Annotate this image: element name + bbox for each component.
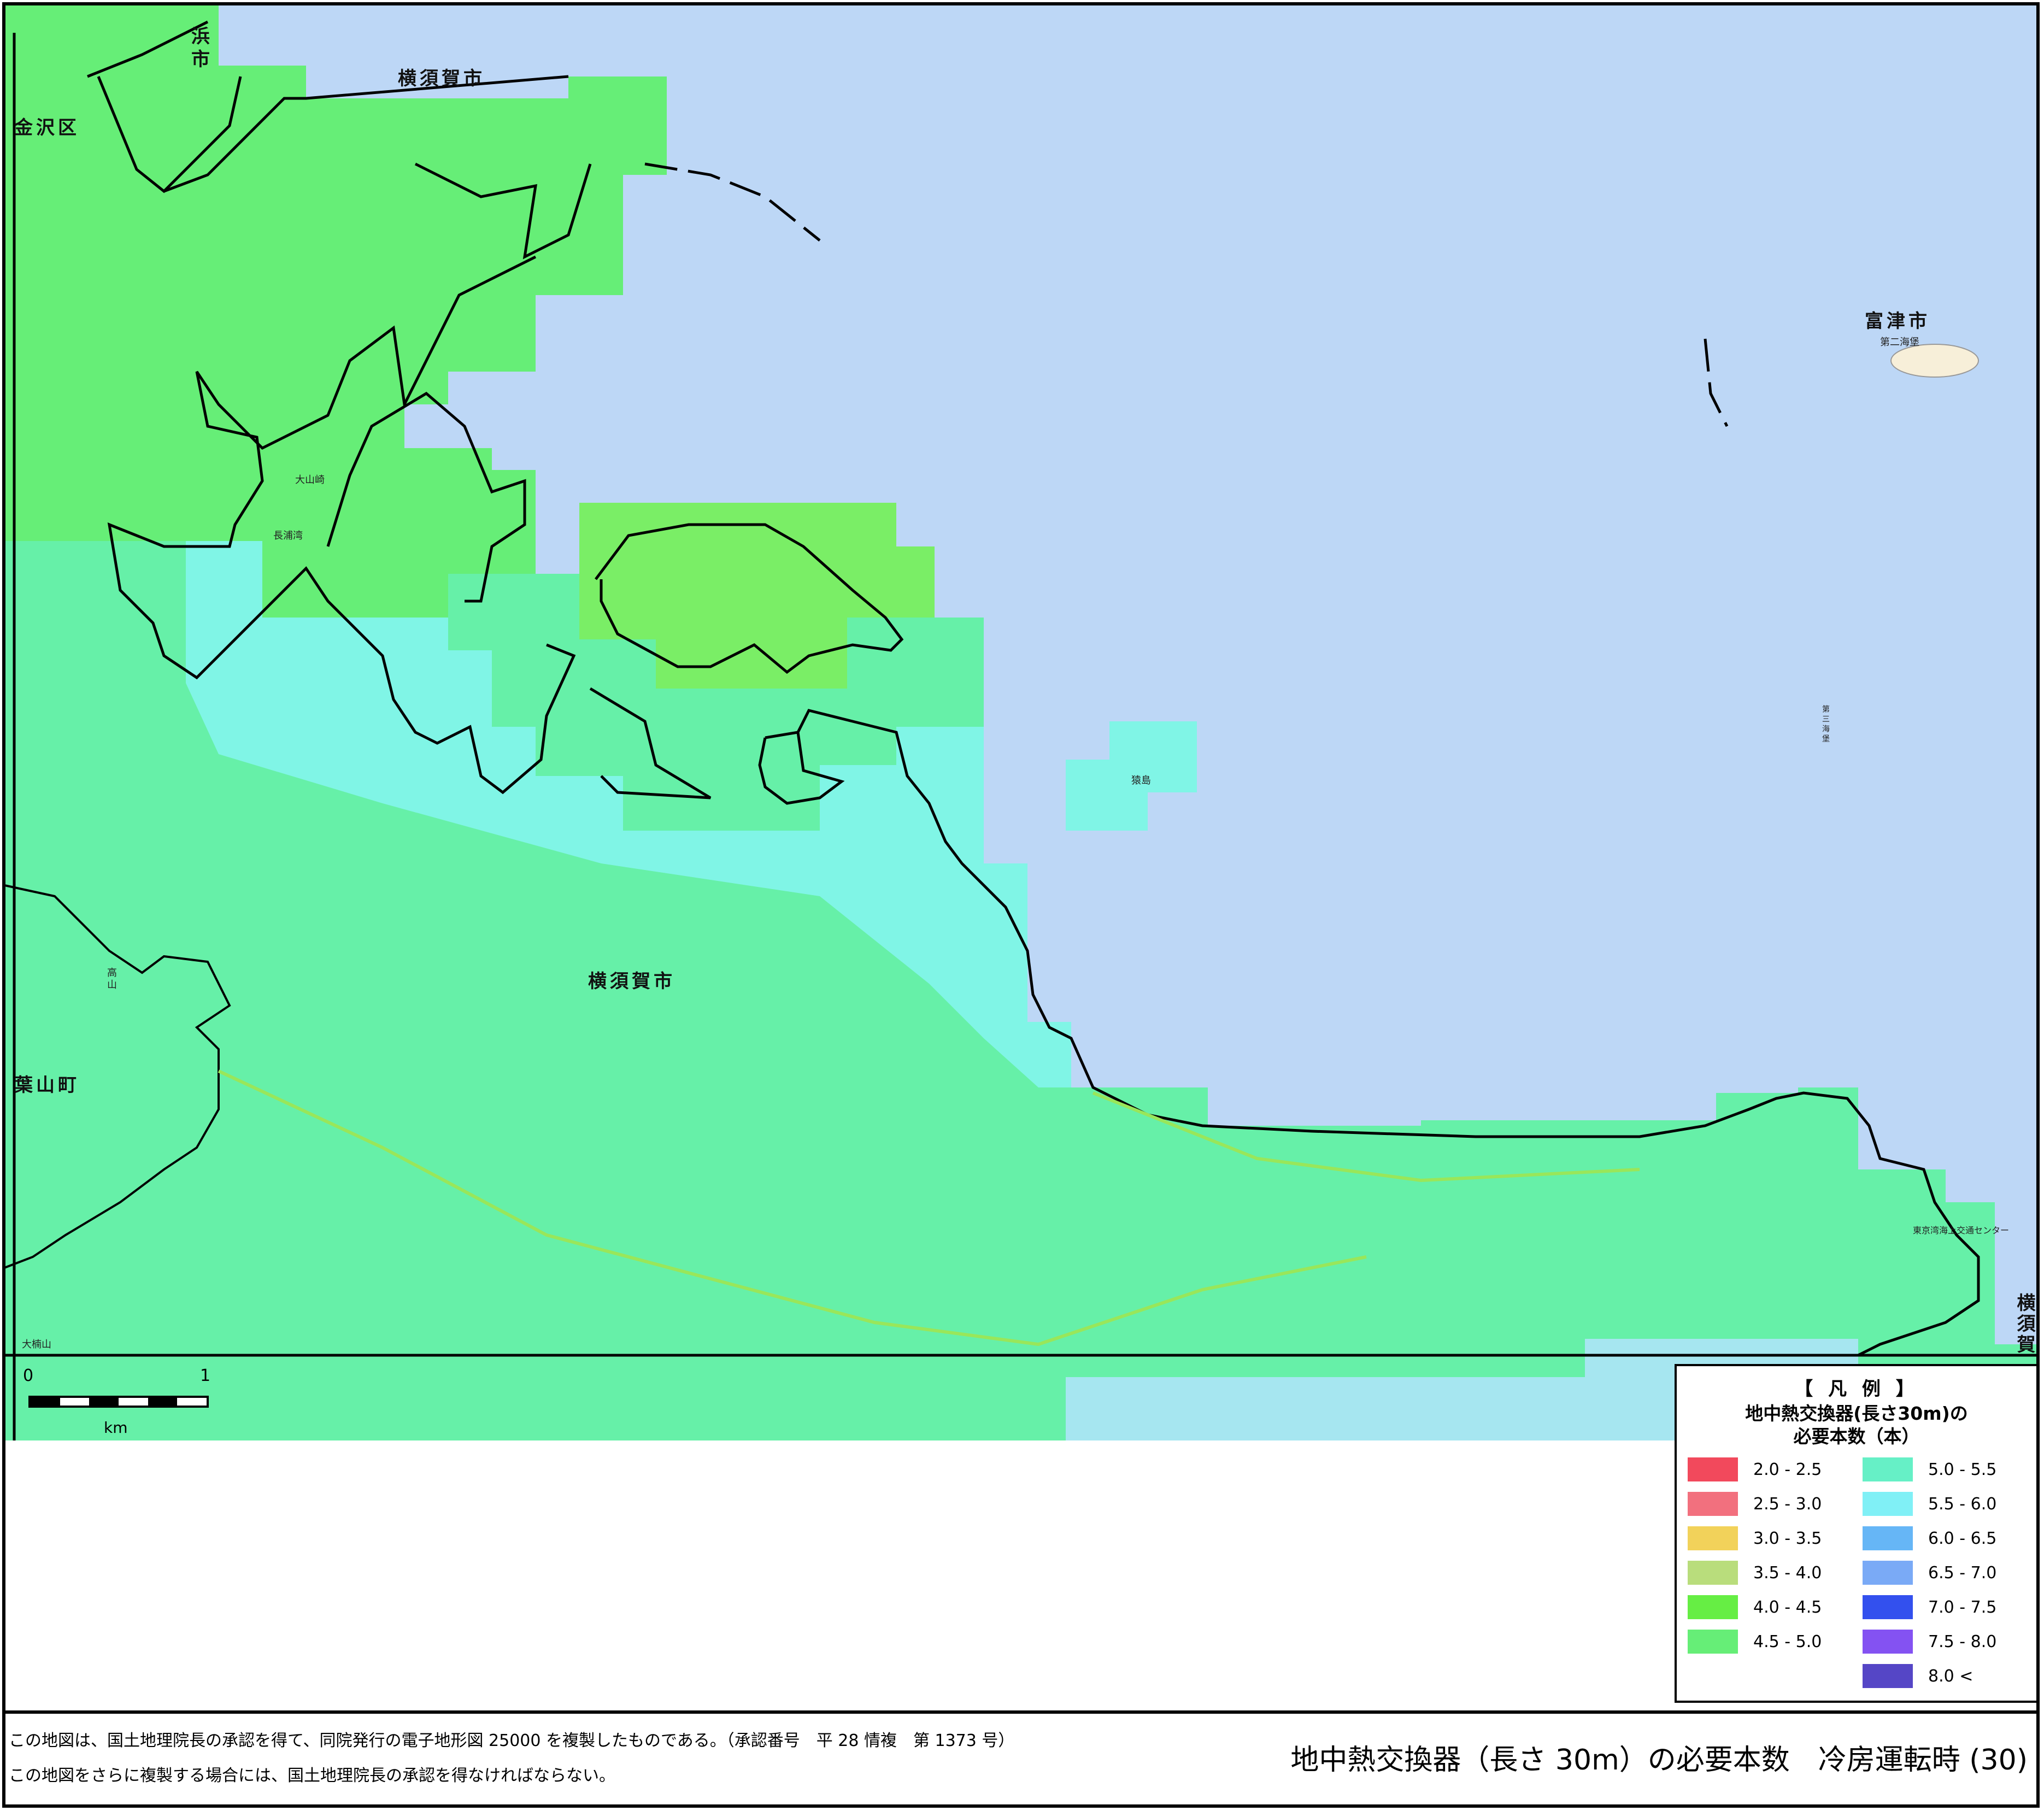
label-nagaura: 長浦湾: [273, 530, 303, 542]
legend-item: 7.5 - 8.0: [1863, 1629, 1996, 1654]
label-oyamazaki: 大山崎: [295, 474, 325, 486]
scale-tick-0: 0: [23, 1366, 34, 1385]
legend-item: 2.5 - 3.0: [1688, 1491, 1822, 1516]
legend-swatch: [1688, 1630, 1738, 1654]
legend-title: 【 凡 例 】: [1794, 1378, 1919, 1400]
copyright-note-1: この地図は、国土地理院長の承認を得て、同院発行の電子地形図 25000 を複製し…: [9, 1731, 1015, 1750]
legend-subtitle-1: 地中熱交換器(長さ30m)の: [1745, 1403, 1968, 1424]
legend-label: 2.0 - 2.5: [1753, 1460, 1822, 1479]
legend-swatch: [1688, 1457, 1738, 1481]
legend-label: 2.5 - 3.0: [1753, 1494, 1822, 1514]
legend-swatch: [1863, 1664, 1913, 1688]
legend-item: 4.0 - 4.5: [1688, 1595, 1822, 1620]
legend-item: 8.0 <: [1863, 1663, 1973, 1689]
legend-swatch: [1863, 1526, 1913, 1550]
label-sarushima: 猿島: [1131, 775, 1151, 786]
legend-swatch: [1688, 1526, 1738, 1550]
legend-item: 4.5 - 5.0: [1688, 1629, 1822, 1654]
legend-label: 6.5 - 7.0: [1928, 1563, 1997, 1583]
legend-swatch: [1863, 1457, 1913, 1481]
legend-swatch: [1688, 1561, 1738, 1585]
legend-label: 4.0 - 4.5: [1753, 1597, 1822, 1617]
label-daisan-kaiho: 第三海堡: [1821, 705, 1830, 744]
label-otsuyama: 大楠山: [22, 1339, 51, 1350]
label-yokosuka-center: 横須賀市: [588, 971, 676, 992]
label-kanazawa: 金沢区: [14, 117, 80, 139]
legend-label: 5.0 - 5.5: [1928, 1460, 1997, 1479]
legend-swatch: [1688, 1492, 1738, 1516]
map-title: 地中熱交換器（長さ 30m）の必要本数 冷房運転時 (30): [1290, 1744, 2028, 1777]
legend-swatch: [1863, 1492, 1913, 1516]
legend-label: 5.5 - 6.0: [1928, 1494, 1997, 1514]
legend-item: 5.5 - 6.0: [1863, 1491, 1996, 1516]
legend-item: 3.5 - 4.0: [1688, 1560, 1822, 1585]
legend-item: 6.5 - 7.0: [1863, 1560, 1996, 1585]
scale-bar: 0 1 km: [22, 1366, 219, 1437]
legend-item: 3.0 - 3.5: [1688, 1526, 1822, 1551]
legend-swatch: [1863, 1630, 1913, 1654]
label-futtsu: 富津市: [1865, 310, 1930, 332]
legend-item: 2.0 - 2.5: [1688, 1457, 1822, 1482]
label-yokosuka-north: 横須賀市: [398, 68, 485, 90]
label-daini-kaiho: 第二海堡: [1880, 337, 1919, 348]
legend-swatch: [1863, 1561, 1913, 1585]
legend-label: 6.0 - 6.5: [1928, 1528, 1997, 1548]
scale-unit: km: [104, 1419, 128, 1437]
legend: 【 凡 例 】 地中熱交換器(長さ30m)の 必要本数（本） 2.0 - 2.5…: [1675, 1364, 2039, 1703]
legend-subtitle-2: 必要本数（本）: [1793, 1426, 1920, 1447]
legend-item: 6.0 - 6.5: [1863, 1526, 1996, 1551]
legend-label: 8.0 <: [1928, 1666, 1973, 1686]
legend-swatch: [1688, 1595, 1738, 1619]
label-yokohama: 浜市: [191, 26, 213, 70]
footer-divider: [2, 1710, 2040, 1714]
label-kaijo-center: 東京湾海上交通センター: [1913, 1225, 2010, 1236]
copyright-note-2: この地図をさらに複製する場合には、国土地理院長の承認を得なければならない。: [9, 1766, 615, 1785]
scale-bar-graphic: [28, 1396, 209, 1408]
legend-item: 5.0 - 5.5: [1863, 1457, 1996, 1482]
label-hayama: 葉山町: [14, 1074, 80, 1096]
legend-item: 7.0 - 7.5: [1863, 1595, 1996, 1620]
legend-swatch: [1863, 1595, 1913, 1619]
legend-label: 7.5 - 8.0: [1928, 1632, 1997, 1651]
legend-label: 3.0 - 3.5: [1753, 1528, 1822, 1548]
legend-label: 4.5 - 5.0: [1753, 1632, 1822, 1651]
label-takashi: 高山: [105, 967, 117, 991]
scale-tick-1: 1: [200, 1366, 211, 1385]
legend-label: 7.0 - 7.5: [1928, 1597, 1997, 1617]
label-yokosuka-east: 横須賀: [2013, 1293, 2035, 1355]
legend-label: 3.5 - 4.0: [1753, 1563, 1822, 1583]
